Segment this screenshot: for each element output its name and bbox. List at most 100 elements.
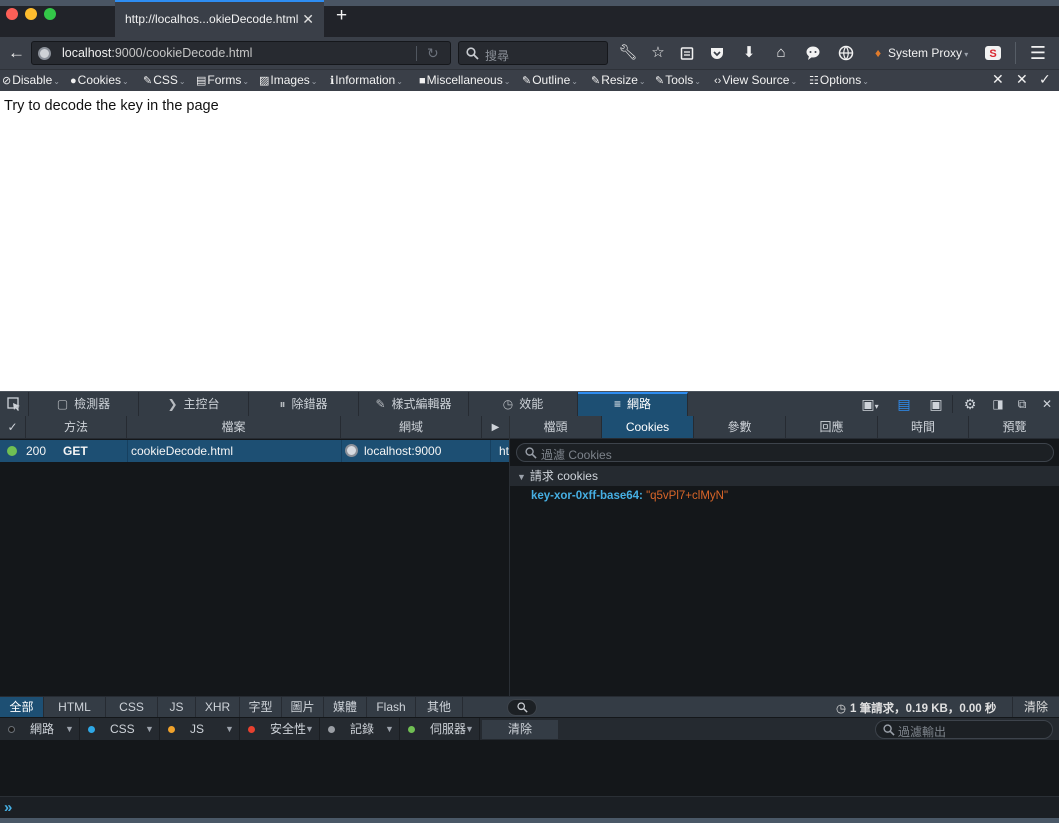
undock-icon[interactable]: ⧉ bbox=[1013, 396, 1031, 412]
search-input[interactable]: 搜尋 bbox=[458, 41, 608, 65]
system-proxy-menu[interactable]: System Proxy ▾ bbox=[888, 46, 968, 60]
tab-headers[interactable]: 檔頭 bbox=[510, 416, 602, 438]
filter-all-button[interactable]: 全部 bbox=[0, 697, 44, 717]
category-label: 伺服器 bbox=[430, 722, 467, 736]
tab-params[interactable]: 參數 bbox=[694, 416, 786, 438]
bookmark-star-icon[interactable]: ☆ bbox=[648, 43, 668, 63]
col-status[interactable]: ✓ bbox=[0, 416, 26, 439]
dock-side-icon[interactable]: ◨ bbox=[989, 396, 1007, 412]
clear-console-button[interactable]: 清除 bbox=[482, 720, 558, 739]
filter-xhr-button[interactable]: XHR bbox=[196, 697, 240, 717]
check-icon[interactable]: ✓ bbox=[1039, 71, 1051, 88]
webdev-menu-disable[interactable]: ⊘Disable⌄ bbox=[2, 73, 60, 87]
webdev-menu-outline[interactable]: ✎Outline⌄ bbox=[522, 73, 578, 87]
webdev-menu-miscellaneous[interactable]: ■Miscellaneous⌄ bbox=[419, 73, 510, 87]
miscellaneous-icon: ■ bbox=[419, 75, 426, 87]
chat-icon[interactable] bbox=[803, 43, 823, 61]
chevron-down-icon[interactable]: ▼ bbox=[385, 718, 394, 740]
filter-images-button[interactable]: 圖片 bbox=[282, 697, 324, 717]
console-category-css[interactable]: CSS ▼ bbox=[80, 718, 160, 740]
cookie-entry[interactable]: key-xor-0xff-base64: "q5vPl7+clMyN" bbox=[531, 490, 728, 502]
chevron-down-icon[interactable]: ▼ bbox=[305, 718, 314, 740]
console-category-logging[interactable]: 記錄 ▼ bbox=[320, 718, 400, 740]
filter-media-button[interactable]: 媒體 bbox=[324, 697, 367, 717]
tab-console[interactable]: ❯ 主控台 bbox=[139, 392, 249, 416]
webdev-menu-cookies[interactable]: ●Cookies⌄ bbox=[70, 73, 129, 87]
tab-style-editor[interactable]: ✎ 樣式編輯器 bbox=[359, 392, 469, 416]
tab-performance[interactable]: ◷ 效能 bbox=[469, 392, 578, 416]
tab-cookies[interactable]: Cookies bbox=[602, 416, 694, 438]
filter-js-button[interactable]: JS bbox=[158, 697, 196, 717]
col-domain[interactable]: 網域 bbox=[341, 416, 482, 439]
tab-inspector[interactable]: ▢ 檢測器 bbox=[29, 392, 139, 416]
filter-html-button[interactable]: HTML bbox=[44, 697, 106, 717]
extension-icon[interactable]: S bbox=[983, 43, 1003, 61]
tab-close-icon[interactable]: ✕ bbox=[302, 2, 314, 37]
webdev-menu-label: Miscellaneous bbox=[426, 73, 503, 87]
reading-list-icon[interactable] bbox=[677, 43, 697, 61]
proxy-icon[interactable]: ♦ bbox=[868, 43, 888, 63]
browser-tab[interactable]: http://localhos...okieDecode.html ✕ bbox=[115, 0, 324, 37]
search-filter-button[interactable] bbox=[507, 699, 537, 716]
tab-network[interactable]: ≡ 網路 bbox=[578, 392, 688, 416]
url-bar[interactable]: localhost:9000/cookieDecode.html ↻ bbox=[31, 41, 451, 65]
chevron-down-icon[interactable]: ▼ bbox=[465, 718, 474, 740]
pocket-icon[interactable] bbox=[707, 43, 727, 61]
close-devtools-icon[interactable]: ✕ bbox=[1038, 396, 1056, 412]
webdev-menu-information[interactable]: ℹInformation⌄ bbox=[330, 73, 403, 87]
table-row[interactable]: 200 GET cookieDecode.html localhost:9000… bbox=[0, 440, 509, 462]
close-window-button[interactable] bbox=[6, 8, 18, 20]
console-category-server[interactable]: 伺服器 ▼ bbox=[400, 718, 480, 740]
filter-css-button[interactable]: CSS bbox=[106, 697, 158, 717]
console-filter-input[interactable]: 過濾輸出 bbox=[875, 720, 1053, 739]
tab-preview[interactable]: 預覽 bbox=[969, 416, 1059, 438]
clear-network-button[interactable]: 清除 bbox=[1012, 697, 1059, 717]
chevron-down-icon[interactable]: ▼ bbox=[225, 718, 234, 740]
cookie-filter-input[interactable]: 過濾 Cookies bbox=[516, 443, 1054, 462]
wrench-icon[interactable]: 🔧︎ bbox=[618, 43, 638, 63]
webdev-menu-view-source[interactable]: ‹›View Source⌄ bbox=[714, 73, 797, 87]
new-tab-button[interactable]: + bbox=[336, 6, 347, 26]
webdev-menu-forms[interactable]: ▤Forms⌄ bbox=[196, 73, 249, 87]
webdev-menu-images[interactable]: ▨Images⌄ bbox=[259, 73, 317, 87]
close-icon[interactable]: ✕ bbox=[992, 71, 1004, 88]
filter-fonts-button[interactable]: 字型 bbox=[240, 697, 282, 717]
web-icon[interactable] bbox=[836, 43, 856, 61]
webdev-menu-options[interactable]: ☷Options⌄ bbox=[809, 73, 869, 87]
toggle-details-icon[interactable]: ▶ bbox=[482, 416, 509, 439]
close-icon[interactable]: ✕ bbox=[1016, 71, 1028, 88]
request-cookies-section[interactable]: ▼ 請求 cookies bbox=[510, 466, 1059, 486]
tab-timings[interactable]: 時間 bbox=[878, 416, 969, 438]
zoom-window-button[interactable] bbox=[44, 8, 56, 20]
tab-debugger[interactable]: ⏸︎ 除錯器 bbox=[249, 392, 359, 416]
chevron-down-icon[interactable]: ▼ bbox=[145, 718, 154, 740]
console-category-net[interactable]: 網路 ▼ bbox=[0, 718, 80, 740]
reload-icon[interactable]: ↻ bbox=[427, 45, 439, 62]
download-icon[interactable]: ⬇︎ bbox=[739, 43, 759, 63]
chevron-down-icon[interactable]: ▼ bbox=[65, 718, 74, 740]
disable-icon: ⊘ bbox=[2, 75, 12, 87]
col-method[interactable]: 方法 bbox=[26, 416, 127, 439]
screenshot-icon[interactable]: ▣ bbox=[927, 396, 945, 412]
console-category-js[interactable]: JS ▼ bbox=[160, 718, 240, 740]
home-icon[interactable]: ⌂ bbox=[771, 43, 791, 63]
minimize-window-button[interactable] bbox=[25, 8, 37, 20]
console-category-security[interactable]: 安全性 ▼ bbox=[240, 718, 320, 740]
console-input[interactable]: » bbox=[0, 796, 1059, 818]
hamburger-menu-icon[interactable]: ☰ bbox=[1028, 43, 1048, 63]
frame-select-icon[interactable]: ▣▾ bbox=[856, 396, 884, 415]
category-label: 安全性 bbox=[270, 722, 307, 736]
filter-flash-button[interactable]: Flash bbox=[367, 697, 416, 717]
webdev-menu-resize[interactable]: ✎Resize⌄ bbox=[591, 73, 646, 87]
tab-response[interactable]: 回應 bbox=[786, 416, 878, 438]
element-picker-button[interactable] bbox=[0, 392, 29, 416]
col-file[interactable]: 檔案 bbox=[127, 416, 341, 439]
webdev-menu-css[interactable]: ✎CSS⌄ bbox=[143, 73, 186, 87]
responsive-mode-icon[interactable]: ▤ bbox=[895, 396, 913, 412]
search-placeholder: 搜尋 bbox=[485, 49, 510, 63]
filter-other-button[interactable]: 其他 bbox=[416, 697, 463, 717]
settings-gear-icon[interactable]: ⚙ bbox=[961, 396, 979, 412]
back-arrow-icon[interactable]: ← bbox=[8, 43, 25, 63]
cookie-value: "q5vPl7+clMyN" bbox=[646, 490, 729, 502]
webdev-menu-tools[interactable]: ✎Tools⌄ bbox=[655, 73, 701, 87]
